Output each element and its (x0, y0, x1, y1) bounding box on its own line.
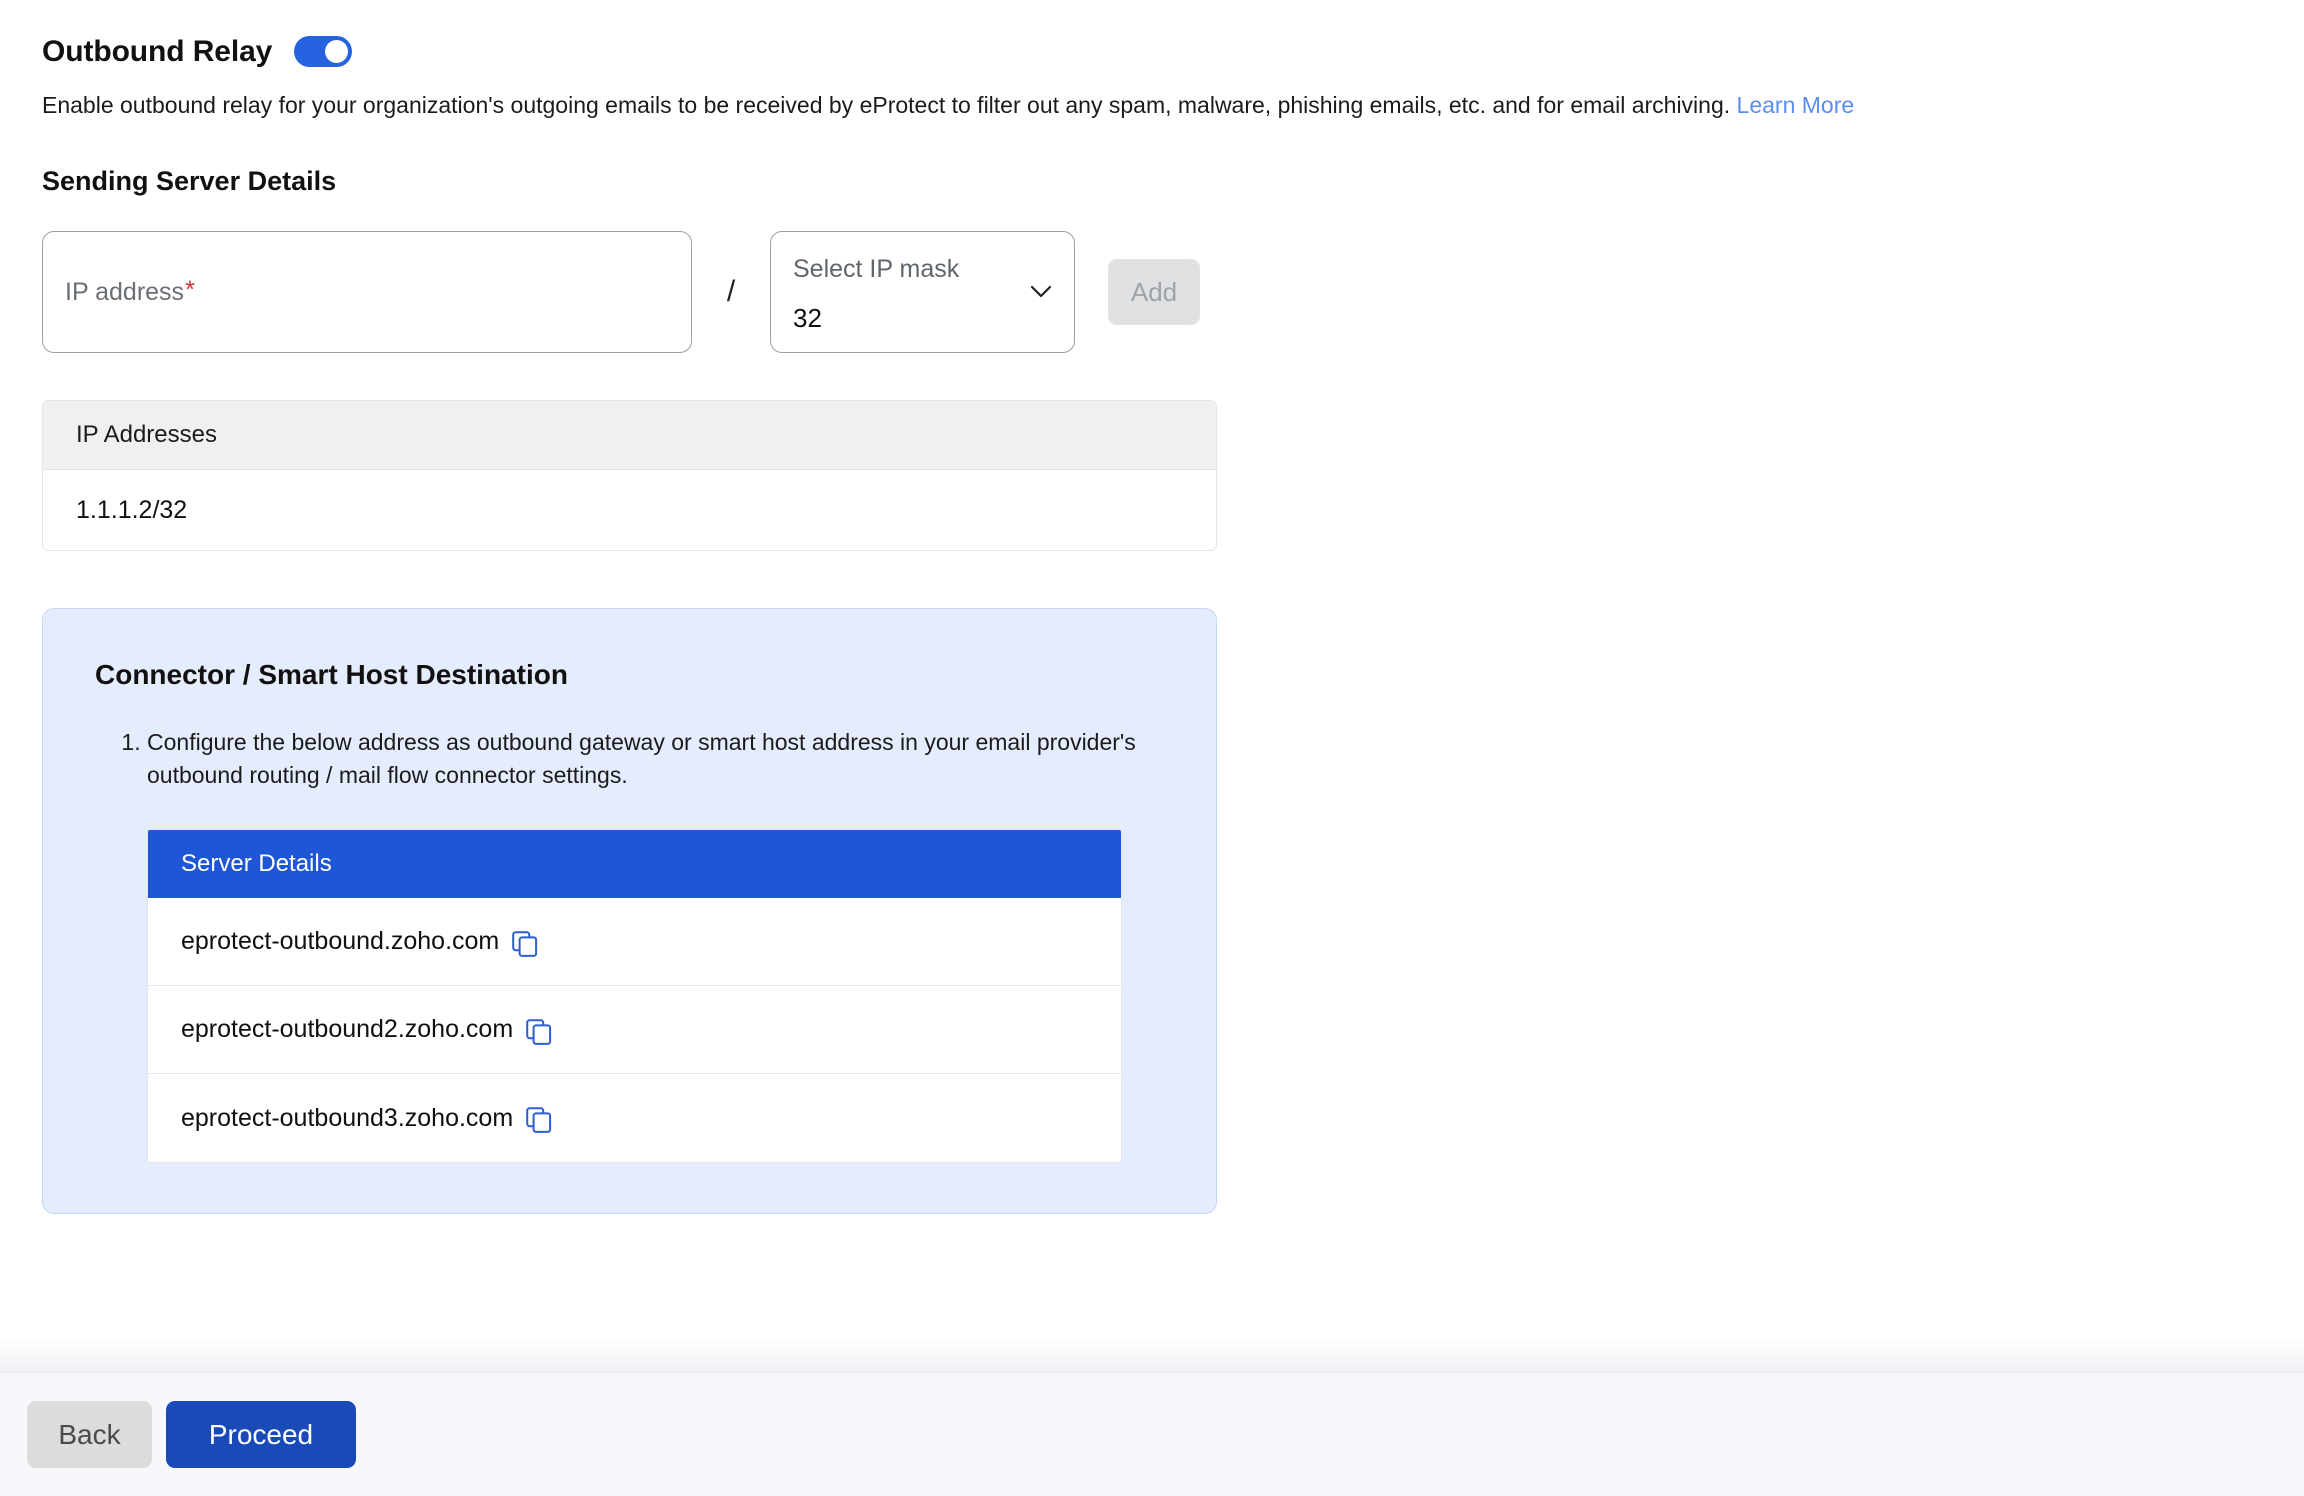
sending-server-details-title: Sending Server Details (42, 166, 337, 197)
page-title: Outbound Relay (42, 34, 273, 68)
outbound-relay-header: Outbound Relay (0, 0, 2304, 67)
copy-icon[interactable] (526, 1018, 552, 1045)
cidr-separator: / (726, 275, 736, 309)
ip-mask-select[interactable]: Select IP mask 32 (770, 231, 1075, 354)
settings-content: Outbound Relay Enable outbound relay for… (0, 0, 2304, 1215)
chevron-down-icon (1030, 281, 1052, 303)
server-host-value: eprotect-outbound2.zoho.com (181, 1015, 514, 1044)
connector-panel-title: Connector / Smart Host Destination (95, 659, 568, 691)
connector-steps-list: Configure the below address as outbound … (95, 726, 1164, 792)
add-button[interactable]: Add (1108, 259, 1200, 326)
outbound-relay-settings-page: Outbound Relay Enable outbound relay for… (0, 0, 2304, 1496)
proceed-button[interactable]: Proceed (166, 1401, 356, 1468)
copy-icon[interactable] (526, 1107, 552, 1134)
server-host-value: eprotect-outbound.zoho.com (181, 927, 500, 956)
list-item: Configure the below address as outbound … (147, 726, 1164, 792)
back-button[interactable]: Back (27, 1401, 152, 1468)
ip-address-placeholder: IP address (65, 277, 185, 306)
ip-address-input[interactable]: IP address * (42, 231, 692, 354)
ip-mask-label: Select IP mask (793, 255, 960, 284)
footer-action-bar: Back Proceed (0, 1372, 2304, 1496)
description-text: Enable outbound relay for your organizat… (42, 92, 1731, 118)
connector-smart-host-panel: Connector / Smart Host Destination Confi… (42, 608, 1217, 1215)
copy-icon[interactable] (512, 930, 538, 957)
footer-shadow (0, 1336, 2304, 1372)
table-row: eprotect-outbound.zoho.com (148, 898, 1121, 987)
required-asterisk: * (185, 275, 195, 304)
toggle-knob (325, 40, 349, 63)
server-details-table-header: Server Details (148, 830, 1121, 899)
outbound-relay-toggle[interactable] (294, 36, 353, 67)
ip-mask-value: 32 (793, 303, 822, 334)
ip-addresses-table-header: IP Addresses (43, 401, 1216, 471)
learn-more-link[interactable]: Learn More (1737, 92, 1855, 118)
ip-addresses-table: IP Addresses 1.1.1.2/32 (42, 400, 1217, 552)
table-row: 1.1.1.2/32 (76, 495, 188, 524)
ip-entry-row: IP address * / Select IP mask 32 Add (0, 195, 2304, 354)
server-host-value: eprotect-outbound3.zoho.com (181, 1103, 514, 1132)
server-details-table: Server Details eprotect-outbound.zoho.co… (147, 829, 1122, 1164)
table-row: eprotect-outbound3.zoho.com (148, 1074, 1121, 1163)
outbound-relay-description: Enable outbound relay for your organizat… (0, 67, 2304, 121)
table-row: eprotect-outbound2.zoho.com (148, 986, 1121, 1075)
